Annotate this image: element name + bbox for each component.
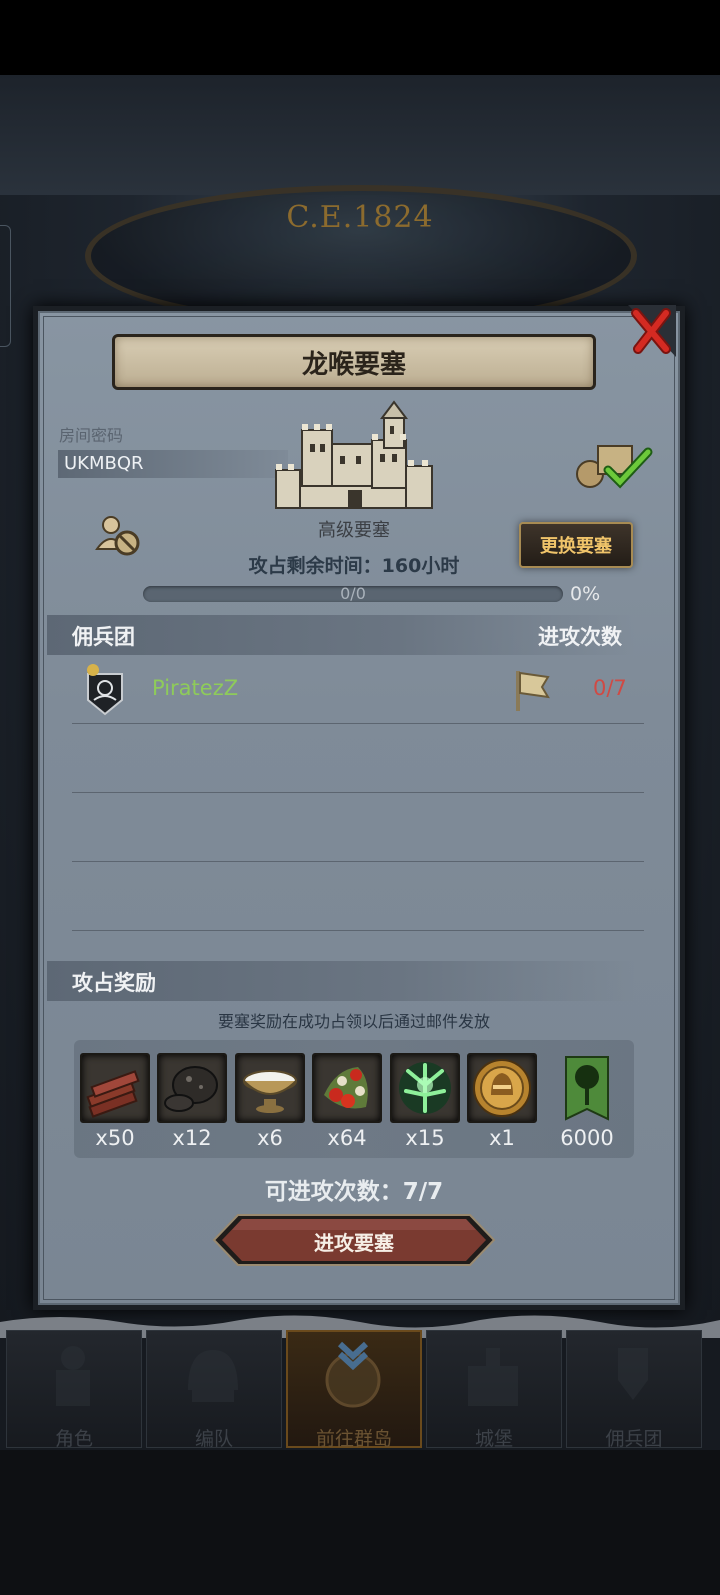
nav-label: 编队 <box>194 1428 233 1450</box>
guild-emblem-icon <box>87 664 123 716</box>
bottom-bezel <box>0 1450 720 1595</box>
reward-item-crystal[interactable] <box>390 1053 460 1123</box>
mercenary-section-title: 佣兵团 <box>72 625 135 649</box>
attack-count-header: 进攻次数 <box>538 625 622 649</box>
reward-qty: x64 <box>327 1126 367 1150</box>
mercenary-icon <box>618 1348 648 1400</box>
reward-item-berries[interactable] <box>312 1053 382 1123</box>
year-label: C.E.1824 <box>286 200 434 235</box>
salt-bowl-icon <box>243 1070 297 1113</box>
reward-item-salt[interactable] <box>235 1053 305 1123</box>
row-divider <box>72 723 644 724</box>
nav-label: 佣兵团 <box>605 1428 663 1450</box>
status-bar-area <box>0 0 720 75</box>
nav-label: 角色 <box>54 1428 93 1450</box>
gold-medal-icon <box>473 1059 531 1117</box>
dialog-title: 龙喉要塞 <box>301 349 406 380</box>
reward-item-banner[interactable] <box>564 1055 610 1121</box>
helmet-icon <box>188 1350 238 1402</box>
reward-qty: x1 <box>489 1126 515 1150</box>
attack-fortress-button[interactable] <box>212 1213 496 1267</box>
occupy-progress-percent: 0% <box>570 583 601 605</box>
reward-qty: x12 <box>172 1126 212 1150</box>
ore-icon <box>164 1066 218 1112</box>
berries-icon <box>324 1067 368 1109</box>
reward-qty: x6 <box>257 1126 283 1150</box>
knight-icon <box>56 1346 90 1406</box>
guild-attack-count: 0/7 <box>593 676 627 700</box>
reward-qty: x15 <box>405 1126 445 1150</box>
close-icon[interactable] <box>628 305 676 357</box>
side-tab-handle[interactable] <box>0 225 11 347</box>
attack-flag-icon <box>516 671 550 711</box>
green-crystal-icon <box>399 1062 451 1114</box>
supply-check-icon[interactable] <box>574 440 654 490</box>
row-divider <box>72 861 644 862</box>
reward-qty: 6000 <box>560 1126 614 1150</box>
remaining-attempts: 可进攻次数：7/7 <box>264 1179 444 1205</box>
row-divider <box>72 792 644 793</box>
background-band <box>0 75 720 195</box>
reward-item-wood[interactable] <box>80 1053 150 1123</box>
reward-item-medal[interactable] <box>467 1053 537 1123</box>
compass-icon <box>325 1341 381 1408</box>
row-divider <box>72 930 644 931</box>
nav-label: 城堡 <box>474 1428 513 1450</box>
guild-banner-icon <box>565 1056 609 1121</box>
occupy-progress-count: 0/0 <box>340 584 366 603</box>
reward-section-title: 攻占奖励 <box>72 971 156 995</box>
nav-label: 前往群岛 <box>315 1428 392 1450</box>
wood-icon <box>86 1070 140 1118</box>
room-code-label: 房间密码 <box>59 426 124 445</box>
reward-qty: x50 <box>95 1126 135 1150</box>
reward-note: 要塞奖励在成功占领以后通过邮件发放 <box>217 1012 490 1031</box>
guild-name: PiratezZ <box>152 676 239 700</box>
occupy-timer: 攻占剩余时间：160小时 <box>248 555 460 577</box>
title-banner: 龙喉要塞 <box>112 334 596 390</box>
room-code-value[interactable]: UKMBQR <box>64 453 144 474</box>
reward-item-ore[interactable] <box>157 1053 227 1123</box>
castle-icon <box>468 1348 518 1406</box>
fortress-castle-icon <box>275 400 433 509</box>
